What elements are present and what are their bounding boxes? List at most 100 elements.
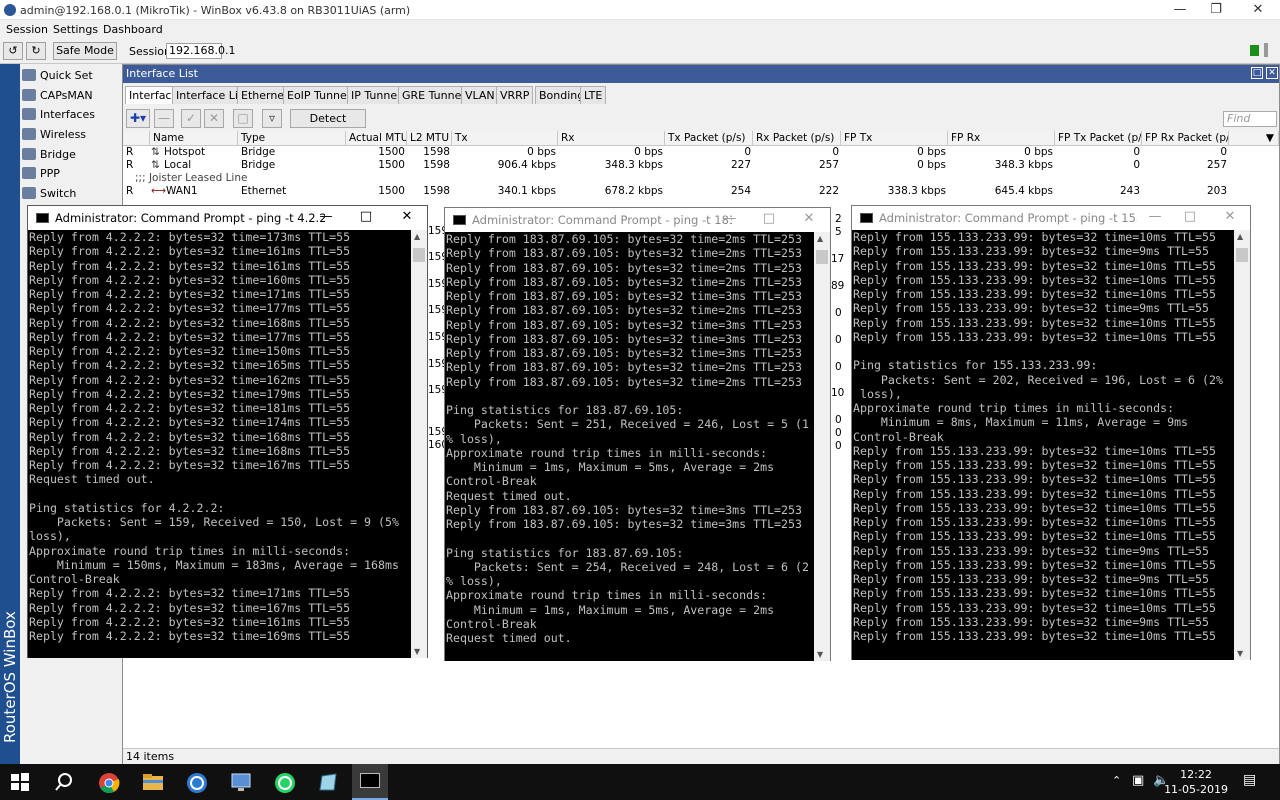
minimize-icon[interactable]: —	[1170, 2, 1190, 17]
column-header-actual-mtu[interactable]: Actual MTU	[346, 131, 407, 146]
remove-button[interactable]: —	[154, 109, 174, 128]
minimize-icon[interactable]: —	[721, 211, 739, 226]
scroll-down-icon[interactable]: ▼	[1237, 649, 1243, 658]
console-scrollbar[interactable]: ▲ ▼	[814, 232, 830, 661]
cmd-window-4-2-2-2[interactable]: Administrator: Command Prompt - ping -t …	[27, 205, 428, 658]
scroll-thumb[interactable]	[413, 248, 425, 262]
whatsapp-icon[interactable]	[274, 772, 296, 793]
column-header-fp-rx-packet[interactable]: FP Rx Packet (p/s)	[1142, 131, 1229, 146]
file-explorer-icon[interactable]	[142, 772, 164, 792]
column-header-rx[interactable]: Rx	[558, 131, 665, 146]
column-header-tx-packet[interactable]: Tx Packet (p/s)	[665, 131, 753, 146]
minimize-icon[interactable]: —	[1146, 209, 1164, 224]
sidebar-item-ppp[interactable]: PPP	[22, 164, 118, 183]
search-icon[interactable]	[54, 772, 76, 792]
comment-button[interactable]: □	[233, 109, 253, 128]
sidebar-item-bridge[interactable]: Bridge	[22, 145, 118, 164]
console-line: Control-Break	[29, 572, 120, 586]
scroll-up-icon[interactable]: ▲	[1237, 232, 1243, 241]
undo-button[interactable]: ↺	[3, 42, 23, 60]
column-header-l2-mtu[interactable]: L2 MTU	[407, 131, 452, 146]
cmd-title-bar[interactable]: Administrator: Command Prompt - ping -t …	[28, 206, 427, 230]
column-header-flag[interactable]	[123, 131, 150, 146]
tab-eoip-tunnel[interactable]: EoIP Tunnel	[283, 86, 354, 104]
menu-dashboard[interactable]: Dashboard	[103, 23, 163, 36]
filter-button[interactable]: ▿	[262, 109, 282, 128]
maximize-icon[interactable]: □	[760, 211, 778, 226]
column-header-tx[interactable]: Tx	[452, 131, 558, 146]
scroll-thumb[interactable]	[816, 250, 828, 264]
scroll-thumb[interactable]	[1236, 248, 1248, 262]
maximize-icon[interactable]: □	[357, 209, 375, 224]
remote-desktop-icon[interactable]	[230, 772, 252, 792]
tab-ip-tunnel[interactable]: IP Tunnel	[347, 86, 405, 104]
chrome-icon[interactable]	[98, 772, 120, 794]
maximize-icon[interactable]: ❐	[1206, 2, 1226, 17]
console-scrollbar[interactable]: ▲ ▼	[1234, 230, 1250, 660]
scroll-down-icon[interactable]: ▼	[414, 647, 420, 656]
column-header-fp-tx-packet[interactable]: FP Tx Packet (p/s)	[1055, 131, 1142, 146]
notifications-icon[interactable]: ▤	[1243, 772, 1256, 788]
cmd-window-155[interactable]: Administrator: Command Prompt - ping -t …	[851, 205, 1251, 660]
console-line: Approximate round trip times in milli-se…	[446, 588, 768, 603]
column-header-fp-tx[interactable]: FP Tx	[841, 131, 948, 146]
cmd-title-bar[interactable]: Administrator: Command Prompt - ping -t …	[445, 208, 830, 232]
column-header-name[interactable]: Name	[150, 131, 238, 146]
enable-button[interactable]: ✓	[181, 109, 201, 128]
find-input[interactable]: Find	[1223, 111, 1277, 127]
network-icon[interactable]: ▣	[1132, 773, 1144, 788]
column-chooser-icon[interactable]: ▼	[1229, 131, 1279, 146]
windows-start-icon[interactable]	[10, 772, 32, 792]
notepad-icon[interactable]	[318, 772, 340, 792]
menu-settings[interactable]: Settings	[53, 23, 98, 36]
ethernet-row-icon: ⟷	[151, 185, 167, 197]
close-icon[interactable]: ✕	[1221, 209, 1239, 224]
taskbar-cmd-active[interactable]	[352, 764, 388, 800]
safe-mode-button[interactable]: Safe Mode	[53, 42, 117, 60]
close-icon[interactable]: ✕	[800, 211, 818, 226]
redo-button[interactable]: ↻	[26, 42, 46, 60]
cmd-window-183[interactable]: Administrator: Command Prompt - ping -t …	[444, 207, 831, 661]
scroll-up-icon[interactable]: ▲	[817, 234, 823, 243]
close-icon[interactable]: ✕	[398, 209, 416, 224]
restore-icon[interactable]: □	[1251, 67, 1263, 79]
chevron-up-icon[interactable]: ⌃	[1112, 774, 1121, 787]
tab-gre-tunnel[interactable]: GRE Tunnel	[398, 86, 469, 104]
sidebar-item-wireless[interactable]: Wireless	[22, 125, 118, 144]
clock[interactable]: 12:22 11-05-2019	[1164, 767, 1228, 797]
disable-button[interactable]: ✕	[204, 109, 224, 128]
detect-internet-button[interactable]: Detect Internet	[290, 109, 366, 142]
row-fp-rx-packet: 257	[1206, 159, 1227, 171]
session-field[interactable]: 192.168.0.1	[166, 43, 235, 59]
console-line: Reply from 155.133.233.99: bytes=32 time…	[853, 586, 1216, 601]
tab-lte[interactable]: LTE	[580, 86, 607, 104]
column-header-type[interactable]: Type	[238, 131, 346, 146]
console-output[interactable]: Reply from 155.133.233.99: bytes=32 time…	[852, 230, 1236, 660]
tab-vrrp[interactable]: VRRP	[496, 86, 534, 104]
sidebar-item-quick-set[interactable]: Quick Set	[22, 66, 118, 85]
maximize-icon[interactable]: □	[1181, 209, 1199, 224]
row-type: Bridge	[241, 159, 276, 171]
console-line: Approximate round trip times in milli-se…	[29, 543, 351, 558]
console-output[interactable]: Reply from 4.2.2.2: bytes=32 time=173ms …	[28, 230, 413, 658]
phone-app-icon[interactable]	[186, 772, 208, 793]
sidebar-item-interfaces[interactable]: Interfaces	[22, 105, 118, 124]
close-icon[interactable]: ✕	[1248, 2, 1268, 17]
menu-session[interactable]: Session	[6, 23, 48, 36]
tab-vlan[interactable]: VLAN	[461, 86, 499, 104]
minimize-icon[interactable]: —	[317, 209, 335, 224]
add-button[interactable]: ✚▾	[126, 109, 150, 128]
minus-icon: —	[158, 111, 170, 125]
row-tx-packet: 254	[730, 185, 751, 197]
cmd-title-bar[interactable]: Administrator: Command Prompt - ping -t …	[852, 206, 1250, 230]
console-output[interactable]: Reply from 183.87.69.105: bytes=32 time=…	[445, 232, 816, 661]
close-icon[interactable]: ✕	[1266, 67, 1278, 79]
column-header-fp-rx[interactable]: FP Rx	[948, 131, 1055, 146]
sidebar-item-capsman[interactable]: CAPsMAN	[22, 86, 118, 105]
row-fp-tx-packet: 0	[1133, 159, 1140, 171]
scroll-down-icon[interactable]: ▼	[817, 650, 823, 659]
column-header-rx-packet[interactable]: Rx Packet (p/s)	[753, 131, 841, 146]
sidebar-item-switch[interactable]: Switch	[22, 184, 118, 203]
scroll-up-icon[interactable]: ▲	[414, 232, 420, 241]
console-scrollbar[interactable]: ▲ ▼	[411, 230, 427, 658]
